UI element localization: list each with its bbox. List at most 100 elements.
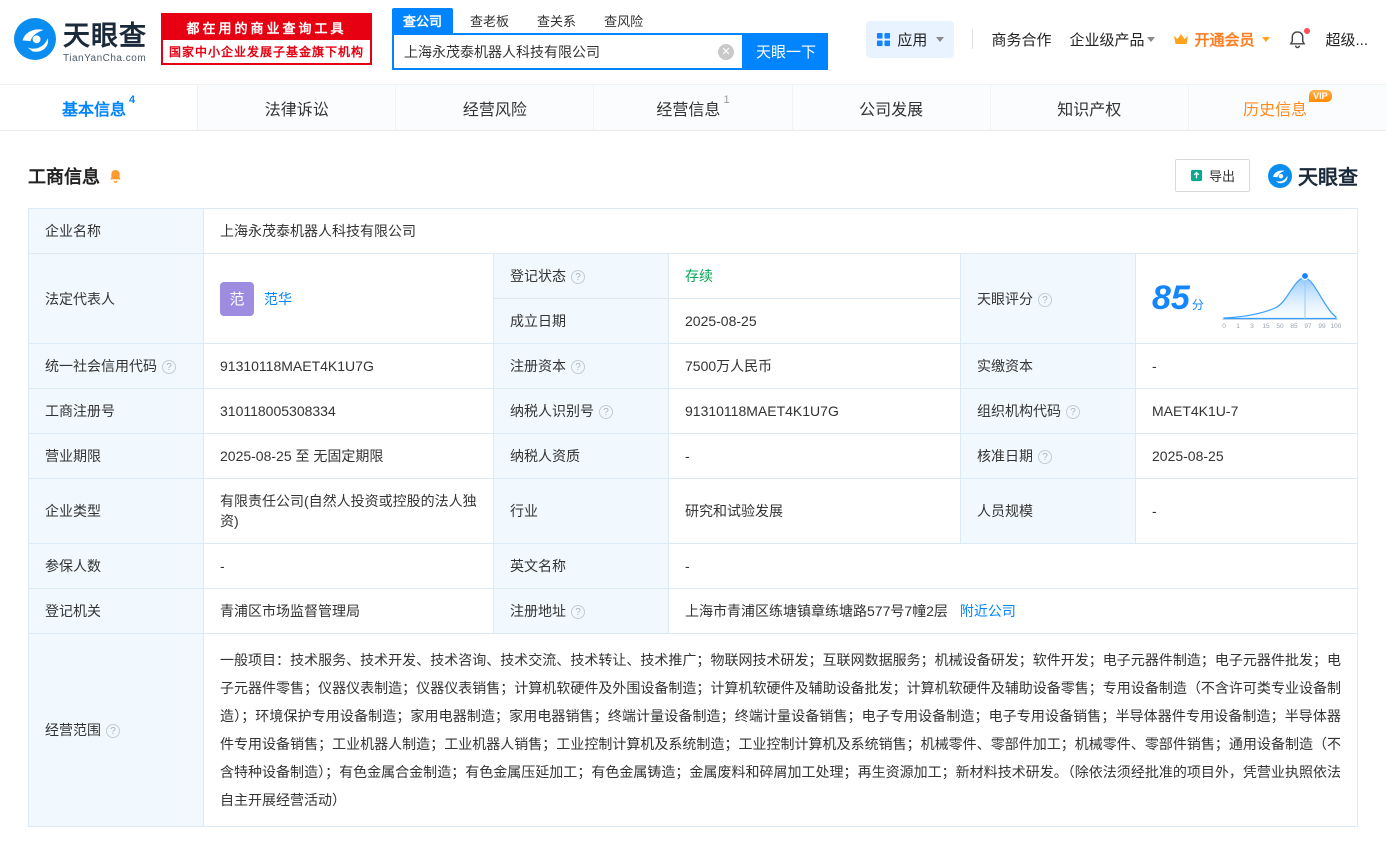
field-value-legal-rep: 范 范华 (204, 254, 494, 344)
field-label-insured-count: 参保人数 (29, 544, 204, 589)
logo-swirl-icon (14, 18, 56, 60)
tab-operating-info[interactable]: 经营信息 1 (593, 85, 791, 130)
label-text: 营业期限 (45, 448, 101, 464)
table-row: 企业类型 有限责任公司(自然人投资或控股的法人独资) 行业 研究和试验发展 人员… (29, 479, 1358, 544)
label-text: 成立日期 (510, 313, 566, 329)
svg-text:1: 1 (1236, 323, 1240, 330)
grid-icon (876, 32, 891, 47)
export-icon (1190, 169, 1203, 182)
label-text: 天眼评分 (977, 291, 1033, 307)
company-nav-tabs: 基本信息 4 法律诉讼 经营风险 经营信息 1 公司发展 知识产权 历史信息 V… (0, 84, 1386, 131)
tab-legal-proceedings[interactable]: 法律诉讼 (197, 85, 395, 130)
chevron-down-icon (1262, 37, 1270, 42)
field-label-est-date: 成立日期 (494, 299, 669, 344)
search-button[interactable]: 天眼一下 (744, 33, 828, 70)
tab-operating-risk[interactable]: 经营风险 (395, 85, 593, 130)
value-text: - (1152, 503, 1157, 519)
search-tab-risk[interactable]: 查风险 (593, 8, 654, 33)
score-distribution-chart: 0 1 3 15 50 85 97 99 100 (1219, 267, 1341, 331)
watermark-label: 天眼查 (1298, 161, 1358, 190)
menu-vip[interactable]: 开通会员 (1173, 29, 1270, 50)
tab-label: 法律诉讼 (265, 96, 329, 120)
label-text: 参保人数 (45, 558, 101, 574)
tab-label: 知识产权 (1057, 96, 1121, 120)
section-header: 工商信息 导出 (28, 159, 1358, 192)
value-text: 7500万人民币 (685, 358, 772, 374)
field-value-approval-date: 2025-08-25 (1136, 434, 1358, 479)
info-icon[interactable] (571, 270, 585, 284)
logo-domain: TianYanCha.com (63, 53, 147, 64)
tab-label: 公司发展 (859, 96, 923, 120)
clear-search-icon[interactable] (718, 44, 734, 60)
main-content: 工商信息 导出 (0, 131, 1386, 867)
search-tab-company[interactable]: 查公司 (392, 8, 453, 33)
tab-basic-info[interactable]: 基本信息 4 (0, 85, 197, 130)
field-value-taxpayer-quality: - (669, 434, 961, 479)
svg-text:100: 100 (1331, 323, 1341, 330)
menu-cooperation[interactable]: 商务合作 (991, 29, 1051, 50)
slogan-box: 都在用的商业查询工具 国家中小企业发展子基金旗下机构 (161, 13, 372, 65)
monitor-bell-icon[interactable] (108, 168, 123, 184)
label-text: 纳税人资质 (510, 448, 580, 464)
field-value-org-code: MAET4K1U-7 (1136, 389, 1358, 434)
tab-intellectual-property[interactable]: 知识产权 (990, 85, 1188, 130)
field-value-company-type: 有限责任公司(自然人投资或控股的法人独资) (204, 479, 494, 544)
apps-menu[interactable]: 应用 (866, 21, 954, 58)
label-text: 注册地址 (510, 603, 566, 619)
info-icon[interactable] (1038, 293, 1052, 307)
tab-history-info[interactable]: 历史信息 VIP (1188, 85, 1386, 130)
info-icon[interactable] (571, 360, 585, 374)
vip-label: 开通会员 (1194, 29, 1254, 50)
tab-label: 基本信息 (62, 96, 126, 120)
table-row: 登记机关 青浦区市场监督管理局 注册地址 上海市青浦区练塘镇章练塘路577号7幢… (29, 589, 1358, 634)
notifications-bell[interactable] (1288, 30, 1307, 49)
info-icon[interactable] (1038, 450, 1052, 464)
field-value-paid-capital: - (1136, 344, 1358, 389)
tab-label: 经营风险 (463, 96, 527, 120)
table-row: 工商注册号 310118005308334 纳税人识别号 91310118MAE… (29, 389, 1358, 434)
info-icon[interactable] (1066, 405, 1080, 419)
export-label: 导出 (1209, 166, 1235, 185)
export-button[interactable]: 导出 (1175, 159, 1250, 192)
value-text: 有限责任公司(自然人投资或控股的法人独资) (220, 493, 477, 529)
slogan-line2: 国家中小企业发展子基金旗下机构 (163, 40, 370, 63)
search-tab-relation[interactable]: 查关系 (526, 8, 587, 33)
search-area: 查公司 查老板 查关系 查风险 天眼一下 (392, 8, 828, 70)
field-label-legal-rep: 法定代表人 (29, 254, 204, 344)
tab-label: 历史信息 (1243, 96, 1307, 120)
value-text: 上海永茂泰机器人科技有限公司 (220, 223, 416, 239)
svg-text:15: 15 (1262, 323, 1270, 330)
search-input[interactable] (394, 35, 742, 68)
score-unit: 分 (1192, 298, 1204, 312)
search-tab-boss[interactable]: 查老板 (459, 8, 520, 33)
field-label-business-scope: 经营范围 (29, 634, 204, 827)
search-tabs: 查公司 查老板 查关系 查风险 (392, 8, 828, 33)
info-icon[interactable] (571, 605, 585, 619)
label-text: 登记机关 (45, 603, 101, 619)
menu-super-vip[interactable]: 超级... (1325, 29, 1368, 50)
business-info-table: 企业名称 上海永茂泰机器人科技有限公司 法定代表人 范 范华 (28, 208, 1358, 827)
info-icon[interactable] (162, 360, 176, 374)
nearby-companies-link[interactable]: 附近公司 (960, 603, 1016, 619)
value-text: - (685, 558, 690, 574)
tianyancha-logo[interactable]: 天眼查 TianYanCha.com (14, 14, 147, 64)
top-menu: 应用 商务合作 企业级产品 开通会员 (866, 21, 1372, 58)
menu-enterprise[interactable]: 企业级产品 (1069, 29, 1155, 50)
legal-rep-avatar[interactable]: 范 (220, 282, 254, 316)
svg-text:0: 0 (1222, 323, 1226, 330)
field-value-business-scope: 一般项目：技术服务、技术开发、技术咨询、技术交流、技术转让、技术推广；物联网技术… (204, 634, 1358, 827)
field-label-org-code: 组织机构代码 (961, 389, 1136, 434)
search-input-wrap (392, 33, 744, 70)
value-text: 2025-08-25 (685, 313, 757, 329)
field-value-reg-authority: 青浦区市场监督管理局 (204, 589, 494, 634)
section-title: 工商信息 (28, 163, 100, 189)
tab-company-development[interactable]: 公司发展 (792, 85, 990, 130)
info-icon[interactable] (106, 724, 120, 738)
field-label-score: 天眼评分 (961, 254, 1136, 344)
value-text: 91310118MAET4K1U7G (685, 403, 839, 419)
logo-swirl-icon (1268, 164, 1292, 188)
tianyancha-watermark: 天眼查 (1268, 161, 1358, 190)
legal-rep-link[interactable]: 范华 (264, 289, 292, 309)
logo-brand: 天眼查 (63, 14, 147, 53)
info-icon[interactable] (599, 405, 613, 419)
